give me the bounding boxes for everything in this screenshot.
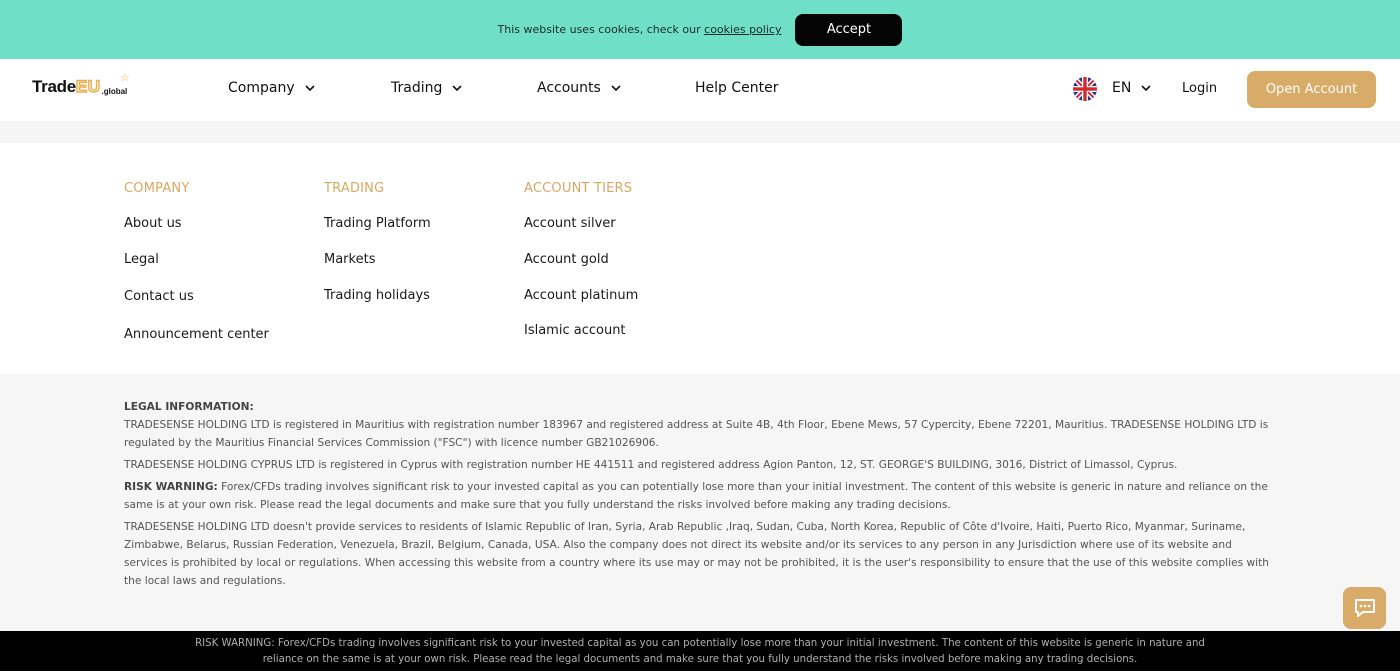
chat-icon[interactable] — [1343, 587, 1386, 629]
nav-trading-label: Trading — [391, 80, 443, 96]
nav-help-center-label: Help Center — [695, 80, 779, 96]
open-account-button[interactable]: Open Account — [1247, 71, 1376, 108]
cookie-banner: This website uses cookies, check our coo… — [0, 0, 1400, 59]
legal-paragraph-cyprus: TRADESENSE HOLDING CYPRUS LTD is registe… — [124, 459, 1178, 471]
footer-column-trading: TRADING Trading Platform Markets Trading… — [324, 181, 431, 303]
chevron-down-icon — [451, 82, 463, 94]
bottom-risk-warning-bar: RISK WARNING: Forex/CFDs trading involve… — [0, 631, 1400, 671]
bottom-risk-line-2: reliance on the same is at your own risk… — [262, 654, 1138, 665]
footer-link-legal[interactable]: Legal — [124, 252, 159, 267]
footer-heading-trading: TRADING — [324, 181, 385, 196]
tradeeu-logo[interactable]: Trade EU .global ☆ — [32, 71, 130, 97]
bottom-risk-line-1: RISK WARNING: Forex/CFDs trading involve… — [195, 638, 1205, 649]
footer-column-company: COMPANY About us Legal Contact us Announ… — [124, 181, 269, 342]
accept-cookies-button[interactable]: Accept — [795, 13, 903, 46]
site-header: Trade EU .global ☆ Company Trading Account… — [0, 59, 1400, 121]
language-label: EN — [1112, 80, 1132, 96]
footer-link-account-platinum[interactable]: Account platinum — [524, 288, 638, 303]
footer-heading-company: COMPANY — [124, 181, 190, 196]
nav-accounts-label: Accounts — [537, 80, 601, 96]
footer-link-trading-platform[interactable]: Trading Platform — [324, 216, 431, 231]
nav-accounts[interactable]: Accounts — [537, 80, 622, 96]
footer-link-markets[interactable]: Markets — [324, 252, 375, 267]
risk-warning-text: Forex/CFDs trading involves significant … — [124, 481, 1268, 511]
footer-link-account-silver[interactable]: Account silver — [524, 216, 616, 231]
logo-text-eu: EU — [75, 76, 101, 96]
chevron-down-icon — [304, 82, 316, 94]
legal-paragraph-risk: RISK WARNING: Forex/CFDs trading involve… — [124, 478, 1274, 514]
footer-link-islamic-account[interactable]: Islamic account — [524, 323, 626, 338]
cookies-policy-link[interactable]: cookies policy — [704, 23, 781, 36]
nav-help-center[interactable]: Help Center — [695, 80, 779, 96]
footer-link-announcement-center[interactable]: Announcement center — [124, 327, 269, 342]
footer-link-about-us[interactable]: About us — [124, 216, 182, 231]
cookie-text: This website uses cookies, check our coo… — [498, 23, 782, 36]
legal-information: LEGAL INFORMATION: TRADESENSE HOLDING LT… — [0, 374, 1400, 631]
chevron-down-icon — [610, 82, 622, 94]
logo-text-global: .global — [101, 87, 128, 96]
footer-link-account-gold[interactable]: Account gold — [524, 252, 609, 267]
login-link[interactable]: Login — [1182, 81, 1217, 96]
footer-link-trading-holidays[interactable]: Trading holidays — [324, 288, 430, 303]
uk-flag-icon[interactable] — [1073, 77, 1097, 101]
cookie-message: This website uses cookies, check our — [497, 23, 701, 36]
nav-company-label: Company — [228, 80, 295, 96]
logo-text-trade: Trade — [32, 77, 76, 96]
logo-star-icon: ☆ — [120, 71, 130, 84]
footer-column-account-tiers: ACCOUNT TIERS Account silver Account gol… — [524, 181, 638, 338]
footer-links: COMPANY About us Legal Contact us Announ… — [0, 143, 1400, 374]
chevron-down-icon — [1140, 82, 1152, 94]
nav-trading[interactable]: Trading — [391, 80, 463, 96]
legal-paragraph-restrictions: TRADESENSE HOLDING LTD doesn't provide s… — [124, 521, 1269, 587]
legal-paragraph-mauritius: TRADESENSE HOLDING LTD is registered in … — [124, 419, 1269, 449]
nav-company[interactable]: Company — [228, 80, 316, 96]
footer-heading-account-tiers: ACCOUNT TIERS — [524, 181, 633, 196]
legal-text-block: LEGAL INFORMATION: TRADESENSE HOLDING LT… — [124, 398, 1274, 594]
section-divider — [0, 121, 1400, 143]
risk-warning-label: RISK WARNING: — [124, 481, 218, 493]
footer-link-contact-us[interactable]: Contact us — [124, 289, 194, 304]
legal-heading: LEGAL INFORMATION: — [124, 401, 254, 413]
language-selector[interactable]: EN — [1112, 80, 1152, 96]
